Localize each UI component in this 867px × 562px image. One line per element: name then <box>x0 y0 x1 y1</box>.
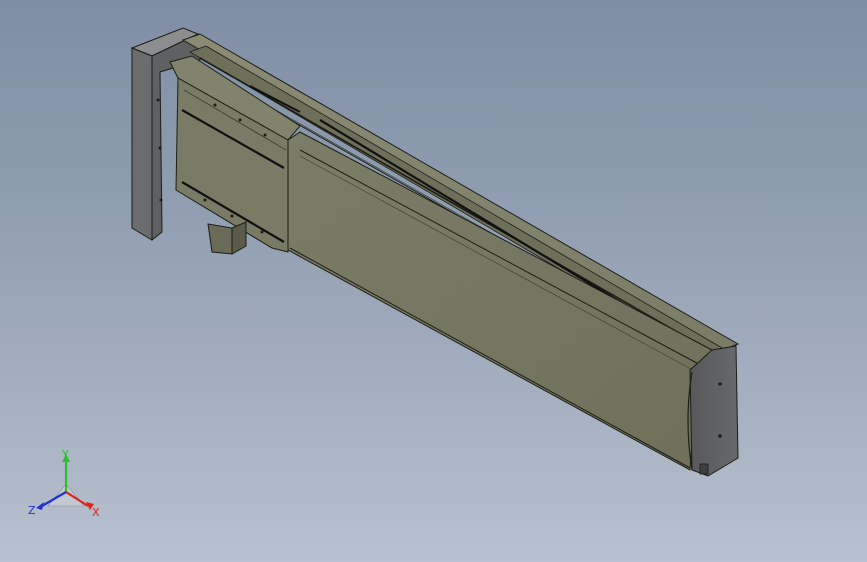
linear-actuator-model[interactable] <box>0 0 867 562</box>
motor-flange <box>207 221 247 255</box>
orientation-triad: Y X Z <box>28 448 100 519</box>
z-axis-arrow <box>36 502 44 510</box>
x-axis-label: X <box>92 506 100 519</box>
y-axis-label: Y <box>61 448 69 461</box>
right-end-cap <box>687 345 739 477</box>
z-axis-label: Z <box>28 504 36 517</box>
cad-viewport[interactable]: Y X Z <box>0 0 867 562</box>
